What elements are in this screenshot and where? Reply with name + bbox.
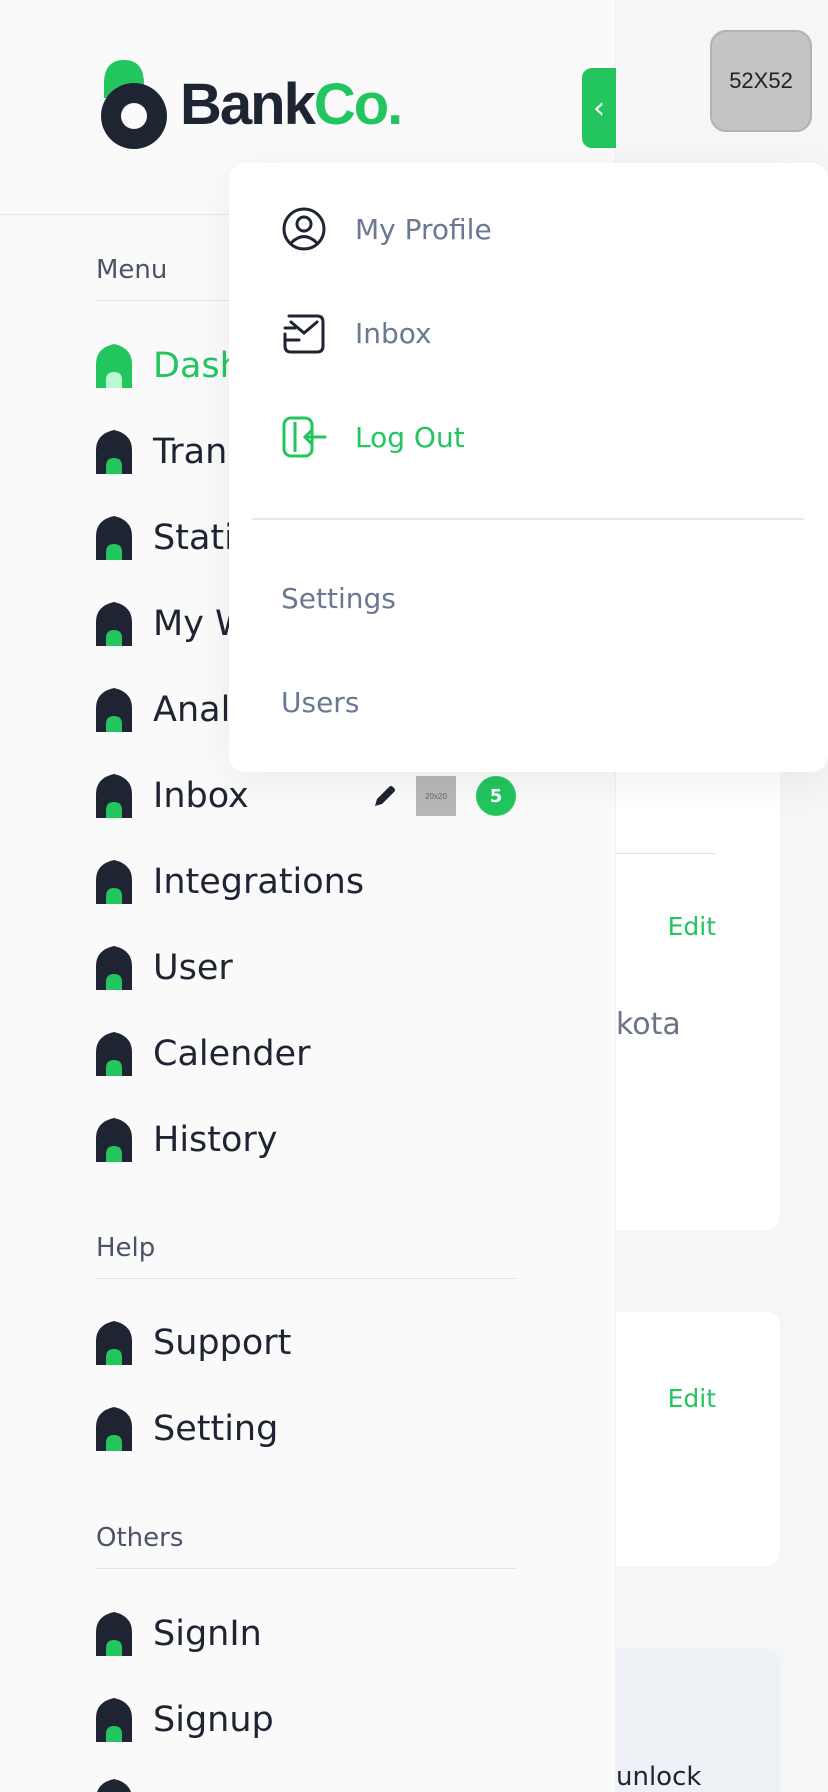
mail-icon [283, 314, 325, 354]
section-title-others: Others [96, 1523, 184, 1553]
edit-link[interactable]: Edit [668, 912, 716, 941]
dropdown-item-log-out[interactable]: Log Out [281, 414, 465, 460]
sidebar-item-integrations[interactable]: Integrations [96, 857, 364, 907]
edit-link[interactable]: Edit [668, 1384, 716, 1413]
sidebar-item-partial[interactable] [96, 1776, 132, 1792]
pencil-icon[interactable] [372, 783, 398, 809]
home-icon [96, 344, 132, 388]
sidebar-item-history[interactable]: History [96, 1115, 278, 1165]
sidebar-item-user[interactable]: User [96, 943, 233, 993]
avatar-button[interactable]: 52X52 [710, 30, 812, 132]
sidebar-item-label: Integrations [153, 862, 365, 902]
section-divider [96, 1568, 516, 1569]
collapse-sidebar-button[interactable]: ‹ [582, 68, 616, 148]
inbox-count-badge: 5 [476, 776, 516, 816]
dropdown-item-label: Inbox [355, 316, 432, 350]
home-icon [96, 1321, 132, 1365]
home-icon [96, 1118, 132, 1162]
partial-text: kota [616, 1007, 681, 1042]
sidebar-item-label: User [153, 948, 233, 988]
sidebar-item-signin[interactable]: SignIn [96, 1609, 262, 1659]
home-icon [96, 1407, 132, 1451]
home-icon [96, 1698, 132, 1742]
sidebar-item-label: Inbox [153, 776, 249, 816]
section-title-help: Help [96, 1233, 156, 1263]
sidebar-item-label: Support [153, 1323, 292, 1363]
logo-text: BankCo. [180, 71, 403, 138]
sidebar-item-label: Calender [153, 1034, 311, 1074]
logo[interactable]: BankCo. [100, 58, 403, 150]
sidebar-item-label: SignIn [153, 1614, 262, 1654]
home-icon [96, 860, 132, 904]
dropdown-link-users[interactable]: Users [281, 686, 359, 719]
home-icon [96, 688, 132, 732]
sidebar-item-setting[interactable]: Setting [96, 1404, 278, 1454]
home-icon [96, 430, 132, 474]
partial-text: unlock [616, 1762, 702, 1792]
dropdown-item-my-profile[interactable]: My Profile [281, 206, 492, 252]
logo-accent: Co. [313, 71, 403, 137]
home-icon [96, 1612, 132, 1656]
user-circle-icon [282, 207, 326, 251]
dropdown-item-inbox[interactable]: Inbox [281, 310, 432, 356]
dropdown-item-label: Log Out [355, 420, 465, 454]
thumbnail-image: 20x20 [416, 776, 456, 816]
sidebar-item-label: History [153, 1120, 278, 1160]
logo-icon [101, 60, 167, 149]
card-divider [616, 853, 716, 854]
section-title-menu: Menu [96, 255, 168, 285]
sidebar-item-signup[interactable]: Signup [96, 1695, 274, 1745]
profile-dropdown: My Profile Inbox Log Out Settings Users [229, 163, 828, 772]
chevron-left-icon: ‹ [593, 90, 605, 126]
section-divider [96, 1278, 516, 1279]
sidebar-item-inbox[interactable]: Inbox [96, 771, 249, 821]
logout-icon [282, 416, 327, 458]
home-icon [96, 774, 132, 818]
dropdown-divider [252, 518, 804, 520]
home-icon [96, 516, 132, 560]
home-icon [96, 602, 132, 646]
home-icon [96, 946, 132, 990]
home-icon [97, 1779, 131, 1792]
dropdown-item-label: My Profile [355, 212, 492, 246]
dropdown-link-settings[interactable]: Settings [281, 582, 396, 615]
sidebar-item-label: Signup [153, 1700, 274, 1740]
home-icon [96, 1032, 132, 1076]
logo-primary: Bank [180, 71, 316, 137]
sidebar-item-label: Setting [153, 1409, 279, 1449]
inbox-tools: 20x20 5 [372, 776, 516, 816]
sidebar-item-calender[interactable]: Calender [96, 1029, 310, 1079]
sidebar-item-support[interactable]: Support [96, 1318, 291, 1368]
